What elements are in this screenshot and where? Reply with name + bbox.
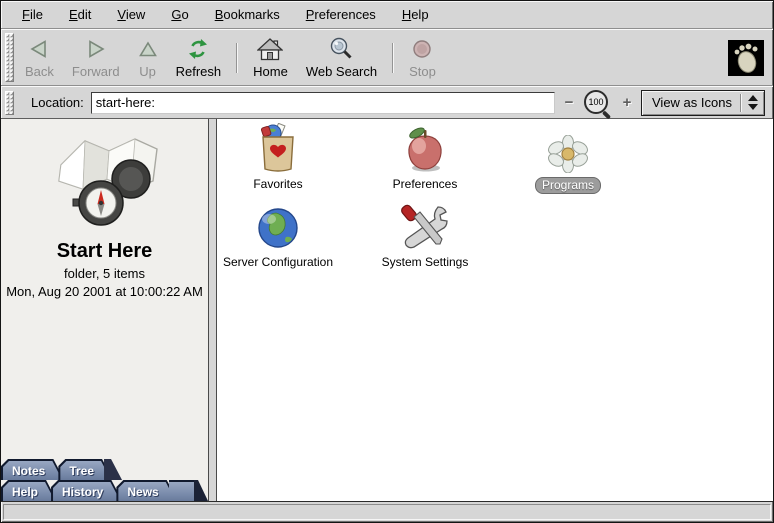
dropdown-divider: [740, 94, 742, 112]
toolbar-separator: [392, 43, 394, 73]
sidebar-folder-info: folder, 5 items: [1, 266, 208, 281]
icon-label-server-configuration: Server Configuration: [223, 255, 333, 269]
tab-news-label: News: [118, 482, 175, 501]
toolbar-grip-handle[interactable]: [5, 33, 14, 82]
stop-icon: [412, 35, 432, 63]
location-label: Location:: [31, 95, 84, 110]
tab-help[interactable]: Help: [1, 480, 57, 501]
web-search-button[interactable]: Web Search: [297, 31, 386, 84]
stop-button[interactable]: Stop: [400, 31, 445, 84]
web-search-label: Web Search: [306, 64, 377, 79]
sidebar-info: Start Here folder, 5 items Mon, Aug 20 2…: [1, 119, 208, 299]
back-icon: [28, 35, 50, 63]
programs-icon: [547, 121, 589, 173]
sidebar-date: Mon, Aug 20 2001 at 10:00:22 AM: [1, 284, 208, 299]
back-label: Back: [25, 64, 54, 79]
home-icon: [257, 35, 283, 63]
status-bar-row: [1, 501, 773, 522]
sidebar-tab-row-2: Help History News: [1, 480, 208, 501]
up-label: Up: [139, 64, 156, 79]
home-label: Home: [253, 64, 288, 79]
tab-history-label: History: [53, 482, 120, 501]
icon-item-favorites[interactable]: Favorites: [217, 121, 339, 191]
favorites-icon: [255, 121, 301, 173]
stop-label: Stop: [409, 64, 436, 79]
tab-notes[interactable]: Notes: [1, 459, 64, 480]
sidebar-tab-row-1: Notes Tree: [1, 459, 208, 480]
view-as-dropdown[interactable]: View as Icons: [641, 90, 765, 116]
sidebar-panel: Start Here folder, 5 items Mon, Aug 20 2…: [1, 119, 209, 501]
location-bar: Location: − 100 + View as Icons: [1, 86, 773, 118]
icon-label-favorites: Favorites: [253, 177, 302, 191]
refresh-icon: [187, 35, 209, 63]
dropdown-spinner-icon: [748, 95, 758, 110]
content-area: Start Here folder, 5 items Mon, Aug 20 2…: [1, 118, 773, 501]
tab-row-end-cap: [104, 459, 122, 480]
tab-row-end-cap: [194, 480, 208, 501]
forward-icon: [85, 35, 107, 63]
icon-label-system-settings: System Settings: [382, 255, 469, 269]
toolbar-separator: [236, 43, 238, 73]
location-grip-handle[interactable]: [5, 91, 14, 115]
zoom-out-button[interactable]: −: [562, 96, 576, 110]
forward-button[interactable]: Forward: [63, 31, 129, 84]
icon-view-canvas[interactable]: Favorites Preferences: [217, 119, 773, 501]
server-configuration-icon: [256, 203, 300, 251]
icon-label-programs: Programs: [535, 177, 601, 194]
icon-item-server-configuration[interactable]: Server Configuration: [217, 203, 339, 269]
status-bar: [3, 504, 771, 520]
menu-file[interactable]: File: [9, 2, 56, 27]
menu-go[interactable]: Go: [158, 2, 201, 27]
toolbar: Back Forward Up Refresh: [1, 29, 773, 86]
gnome-foot-logo: [728, 40, 764, 76]
view-as-value: View as Icons: [652, 95, 738, 110]
menu-view[interactable]: View: [104, 2, 158, 27]
tab-notes-label: Notes: [3, 461, 62, 480]
refresh-button[interactable]: Refresh: [167, 31, 231, 84]
tab-tree-label: Tree: [60, 461, 111, 480]
forward-label: Forward: [72, 64, 120, 79]
menu-edit[interactable]: Edit: [56, 2, 104, 27]
zoom-in-button[interactable]: +: [620, 96, 634, 110]
nautilus-window: File Edit View Go Bookmarks Preferences …: [0, 0, 774, 523]
tab-news[interactable]: News: [116, 480, 177, 501]
refresh-label: Refresh: [176, 64, 222, 79]
icon-label-preferences: Preferences: [393, 177, 458, 191]
web-search-icon: [329, 35, 353, 63]
back-button[interactable]: Back: [16, 31, 63, 84]
up-button[interactable]: Up: [129, 31, 167, 84]
menu-bar: File Edit View Go Bookmarks Preferences …: [1, 1, 773, 29]
sidebar-title: Start Here: [1, 240, 208, 263]
up-icon: [138, 35, 158, 63]
zoom-level-indicator[interactable]: 100: [583, 88, 613, 118]
tab-help-label: Help: [3, 482, 55, 501]
menu-help[interactable]: Help: [389, 2, 442, 27]
icon-item-system-settings[interactable]: System Settings: [364, 203, 486, 269]
sidebar-tabs: Notes Tree Help History News: [1, 459, 208, 501]
preferences-icon: [400, 121, 450, 173]
location-input[interactable]: [91, 92, 555, 114]
menu-bookmarks[interactable]: Bookmarks: [202, 2, 293, 27]
system-settings-icon: [400, 203, 450, 251]
icon-item-preferences[interactable]: Preferences: [364, 121, 486, 191]
icon-item-programs[interactable]: Programs: [507, 121, 629, 194]
pane-splitter[interactable]: [209, 119, 217, 501]
menu-preferences[interactable]: Preferences: [293, 2, 389, 27]
tab-history[interactable]: History: [51, 480, 122, 501]
start-here-icon: [39, 129, 171, 235]
home-button[interactable]: Home: [244, 31, 297, 84]
